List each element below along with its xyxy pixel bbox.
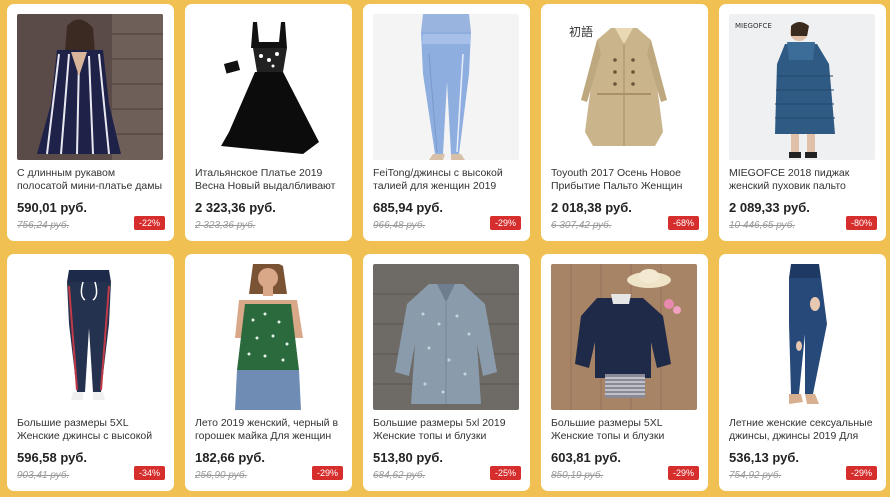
- product-old-price: 903,41 руб.: [17, 470, 70, 481]
- product-image-green-top[interactable]: [195, 264, 341, 410]
- trench-coat-logo: 初語: [569, 24, 593, 39]
- product-price: 2 323,36 руб.: [195, 200, 276, 215]
- product-image-dark-jeans[interactable]: [17, 264, 163, 410]
- product-price: 2 089,33 руб.: [729, 200, 810, 215]
- product-card[interactable]: Большие размеры 5XL Женские топы и блузк…: [541, 254, 708, 491]
- product-image-black-dress[interactable]: [195, 14, 341, 160]
- product-card[interactable]: Летние женские сексуальные джинсы, джинс…: [719, 254, 886, 491]
- product-image-grey-blouse[interactable]: [373, 264, 519, 410]
- discount-badge: -25%: [489, 466, 521, 480]
- product-title[interactable]: С длинным рукавом полосатой мини-платье …: [17, 167, 167, 193]
- product-card[interactable]: Большие размеры 5XL Женские джинсы с выс…: [7, 254, 174, 491]
- product-card[interactable]: Большие размеры 5xl 2019 Женские топы и …: [363, 254, 530, 491]
- product-grid: С длинным рукавом полосатой мини-платье …: [7, 4, 886, 491]
- product-old-price: 966,48 руб.: [373, 220, 426, 231]
- discount-badge: -29%: [845, 466, 877, 480]
- product-title[interactable]: Большие размеры 5xl 2019 Женские топы и …: [373, 417, 523, 443]
- product-card[interactable]: Лето 2019 женский, черный в горошек майк…: [185, 254, 352, 491]
- product-price: 536,13 руб.: [729, 450, 800, 465]
- product-old-price: 6 307,42 руб.: [551, 220, 612, 231]
- discount-badge: -34%: [133, 466, 165, 480]
- product-title[interactable]: Лето 2019 женский, черный в горошек майк…: [195, 417, 345, 443]
- product-price: 596,58 руб.: [17, 450, 88, 465]
- discount-badge: -68%: [667, 216, 699, 230]
- product-image-ripped-jeans[interactable]: [729, 264, 875, 410]
- product-title[interactable]: Большие размеры 5XL Женские топы и блузк…: [551, 417, 701, 443]
- discount-badge: -29%: [667, 466, 699, 480]
- product-old-price: 10 446,65 руб.: [729, 220, 796, 231]
- product-card[interactable]: Итальянское Платье 2019 Весна Новый выда…: [185, 4, 352, 241]
- product-card[interactable]: MIEGOFCE MIEGOFCE 2018 пиджак женский пу…: [719, 4, 886, 241]
- product-title[interactable]: FeiTong/джинсы с высокой талией для женщ…: [373, 167, 523, 193]
- product-old-price: 754,92 руб.: [729, 470, 782, 481]
- product-title[interactable]: Летние женские сексуальные джинсы, джинс…: [729, 417, 879, 443]
- product-title[interactable]: Итальянское Платье 2019 Весна Новый выда…: [195, 167, 345, 193]
- product-image-trench-coat[interactable]: 初語: [551, 14, 697, 160]
- product-price: 603,81 руб.: [551, 450, 622, 465]
- product-title[interactable]: Большие размеры 5XL Женские джинсы с выс…: [17, 417, 167, 443]
- product-image-blue-coat[interactable]: MIEGOFCE: [729, 14, 875, 160]
- blue-coat-logo: MIEGOFCE: [735, 22, 772, 30]
- product-old-price: 684,62 руб.: [373, 470, 426, 481]
- product-old-price: 256,90 руб.: [195, 470, 248, 481]
- product-card[interactable]: FeiTong/джинсы с высокой талией для женщ…: [363, 4, 530, 241]
- product-price: 513,80 руб.: [373, 450, 444, 465]
- product-image-light-jeans[interactable]: [373, 14, 519, 160]
- product-price: 182,66 руб.: [195, 450, 266, 465]
- discount-badge: -29%: [311, 466, 343, 480]
- discount-badge: -80%: [845, 216, 877, 230]
- product-card[interactable]: 初語 Toyouth 2017 Осень Новое Прибытие Пал…: [541, 4, 708, 241]
- product-image-striped-dress[interactable]: [17, 14, 163, 160]
- product-old-price: 2 323,36 руб.: [195, 220, 256, 231]
- product-card[interactable]: С длинным рукавом полосатой мини-платье …: [7, 4, 174, 241]
- product-title[interactable]: MIEGOFCE 2018 пиджак женский пуховик пал…: [729, 167, 879, 193]
- product-old-price: 850,19 руб.: [551, 470, 604, 481]
- product-price: 685,94 руб.: [373, 200, 444, 215]
- product-title[interactable]: Toyouth 2017 Осень Новое Прибытие Пальто…: [551, 167, 701, 193]
- product-old-price: 756,24 руб.: [17, 220, 70, 231]
- discount-badge: -22%: [133, 216, 165, 230]
- product-price: 2 018,38 руб.: [551, 200, 632, 215]
- product-image-navy-top[interactable]: [551, 264, 697, 410]
- product-price: 590,01 руб.: [17, 200, 88, 215]
- discount-badge: -29%: [489, 216, 521, 230]
